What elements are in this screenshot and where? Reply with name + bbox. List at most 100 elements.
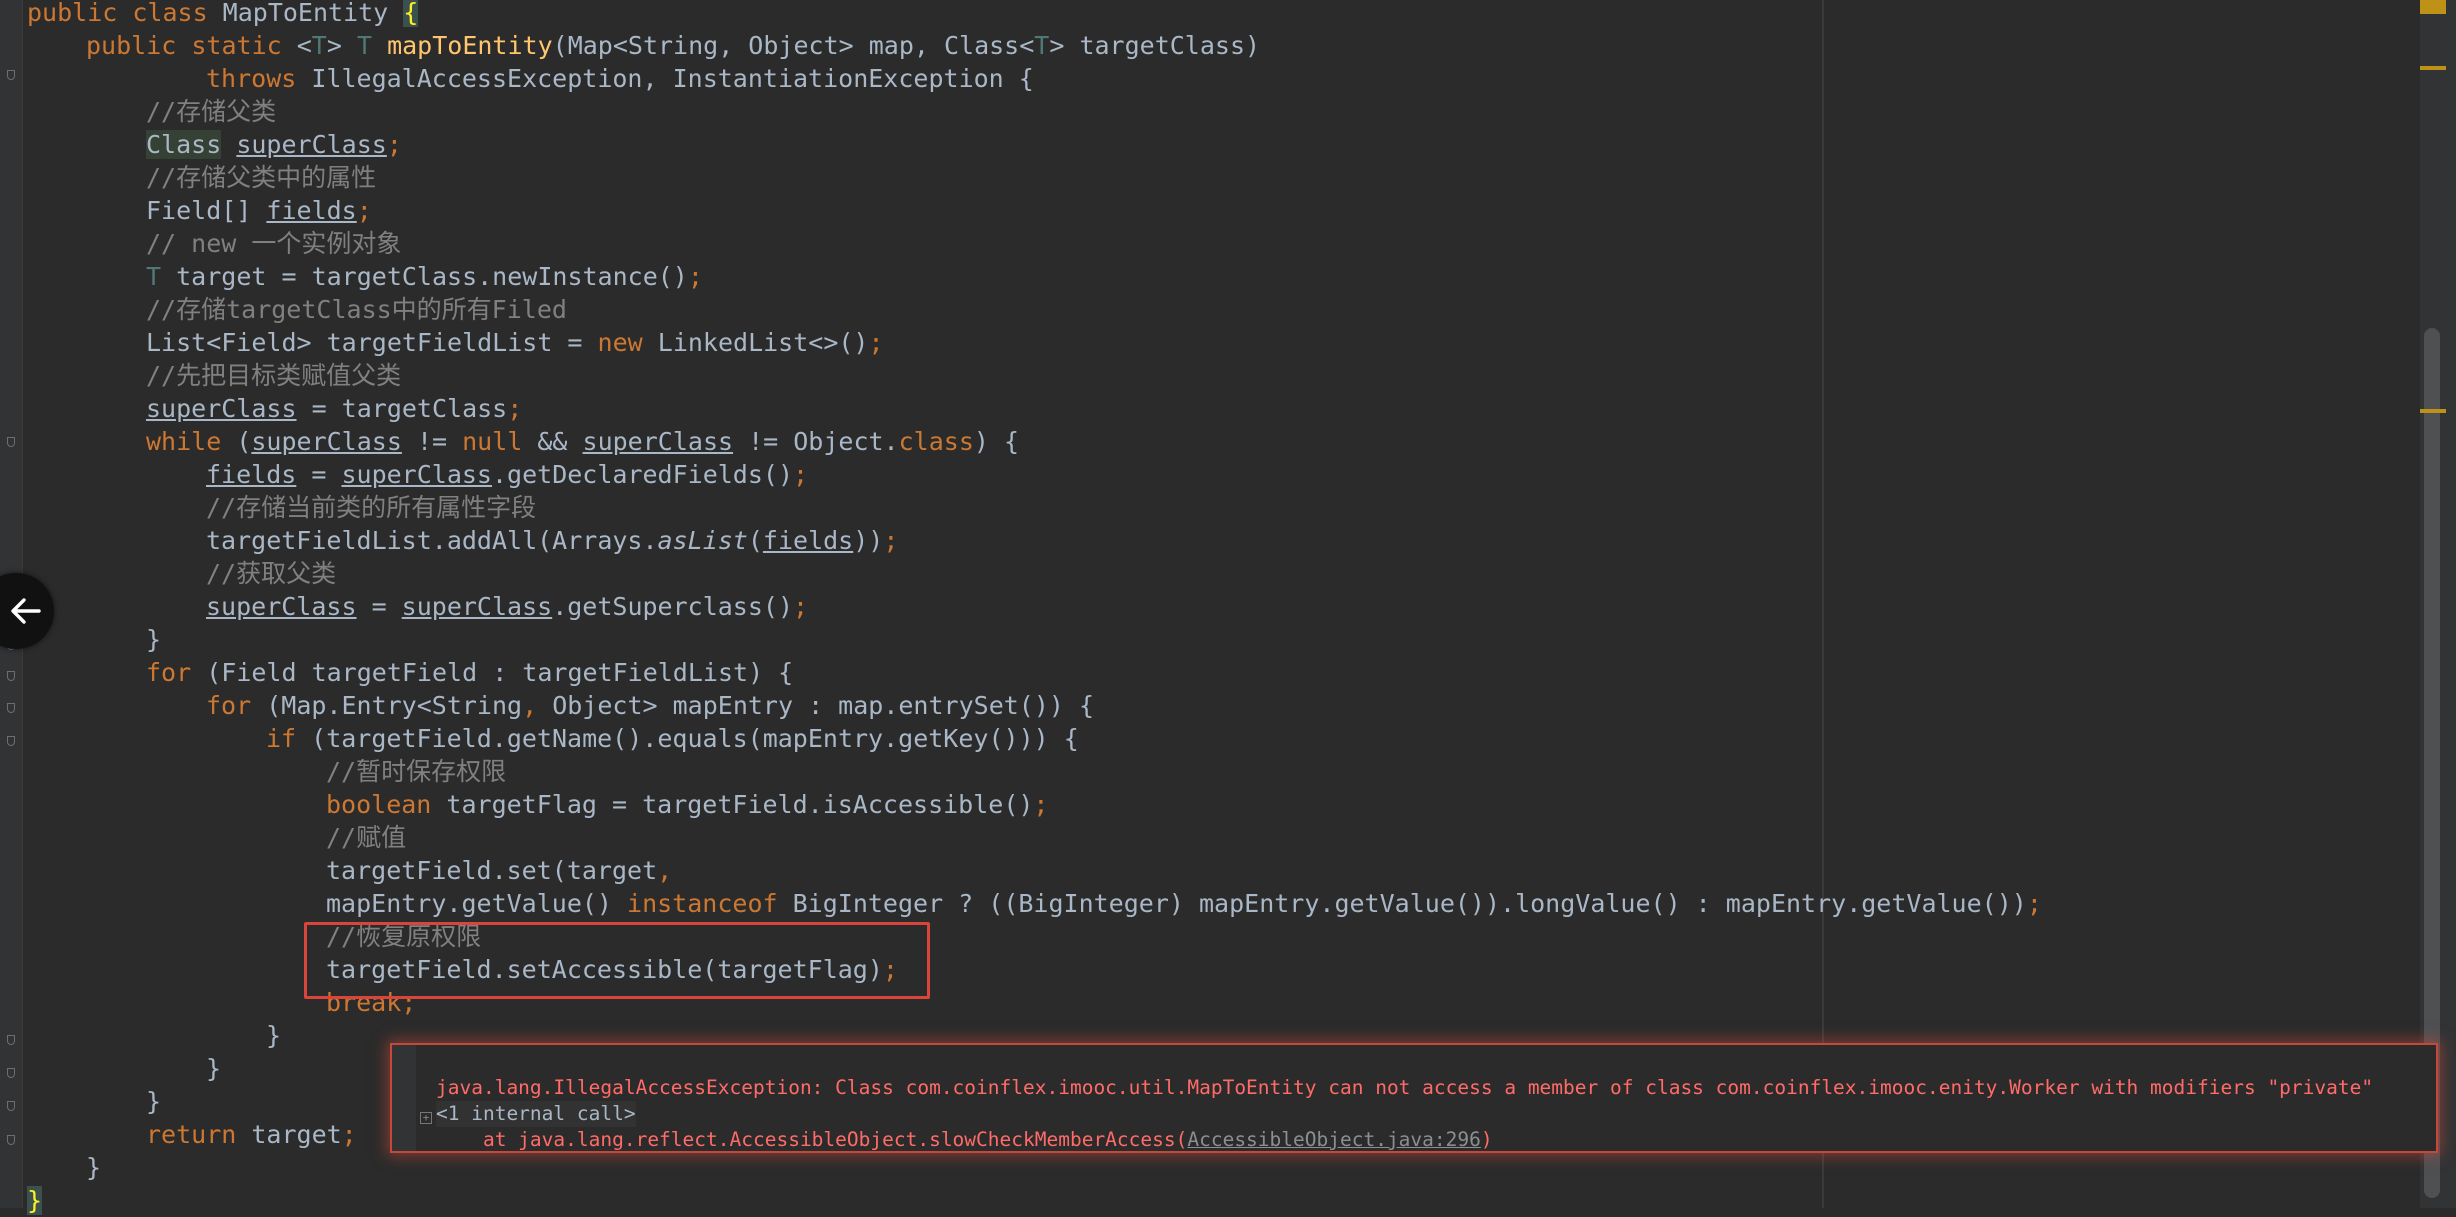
code-line-7[interactable]: // new 一个实例对象 [146,227,401,260]
code-line-31[interactable]: } [266,1019,281,1052]
code-text: targetField.set(target [326,856,658,885]
code-line-2[interactable]: throws IllegalAccessException, Instantia… [206,62,1034,95]
code-text: Class [146,130,222,159]
warning-marker[interactable] [2420,409,2446,413]
keyword: return [146,1120,252,1149]
code-line-17[interactable]: //获取父类 [206,557,336,590]
code-text: targetFieldList.addAll(Arrays. [206,526,658,555]
code-line-0[interactable]: public class MapToEntity { [27,0,419,29]
code-line-1[interactable]: public static <T> T mapToEntity(Map<Stri… [86,29,1260,62]
punct: )) [853,526,884,555]
plus-square-icon[interactable]: + [420,1112,432,1124]
fold-marker[interactable] [7,1135,15,1145]
code-line-12[interactable]: superClass = targetClass; [146,392,522,425]
fold-marker[interactable] [7,736,15,746]
code-line-9[interactable]: //存储targetClass中的所有Filed [146,293,567,326]
code-line-34[interactable]: return target; [146,1118,357,1151]
matched-brace: { [403,0,419,27]
static-method: asList [657,526,748,555]
code-line-11[interactable]: //先把目标类赋值父类 [146,359,401,392]
keyword: instanceof [627,889,793,918]
highlight-box [304,922,930,999]
operator: && [537,427,583,456]
keyword: new [597,328,658,357]
code-line-3[interactable]: //存储父类 [146,95,276,128]
warning-marker[interactable] [2420,0,2446,14]
operator: != Object. [733,427,899,456]
keyword: boolean [326,790,447,819]
fold-marker[interactable] [7,1101,15,1111]
code-line-26[interactable]: targetField.set(target, [326,854,672,887]
type-param: T [311,31,327,60]
code-line-18[interactable]: superClass = superClass.getSuperclass(); [206,590,808,623]
keyword: null [462,427,538,456]
code-line-8[interactable]: T target = targetClass.newInstance(); [146,260,703,293]
variable: superClass [251,427,402,456]
keyword: throws [206,64,312,93]
code-line-5[interactable]: //存储父类中的属性 [146,161,376,194]
keyword: if [266,724,312,753]
fold-marker[interactable] [7,1035,15,1045]
punct: ) { [973,427,1020,456]
comma: , [657,856,673,885]
code-text: targetFlag = targetField.isAccessible() [446,790,1034,819]
code-text: LinkedList<>() [657,328,869,357]
back-button[interactable] [0,573,54,649]
variable: superClass [401,592,553,621]
code-line-10[interactable]: List<Field> targetFieldList = new Linked… [146,326,884,359]
variable: superClass [582,427,734,456]
code-line-35[interactable]: } [86,1151,101,1184]
code-line-27[interactable]: mapEntry.getValue() instanceof BigIntege… [326,887,2042,920]
code-line-14[interactable]: fields = superClass.getDeclaredFields(); [206,458,808,491]
code-line-25[interactable]: //赋值 [326,821,406,854]
code-text: .getSuperclass() [552,592,794,621]
code-text: (Map<String, Object> map, Class< [552,31,1035,60]
stack-frame: at java.lang.reflect.AccessibleObject.sl… [436,1127,1493,1153]
fold-marker[interactable] [7,1068,15,1078]
variable: superClass [341,460,492,489]
semicolon: ; [356,196,372,225]
code-line-16[interactable]: targetFieldList.addAll(Arrays.asList(fie… [206,524,898,557]
code-text: (targetField.getName().equals(mapEntry.g… [311,724,1079,753]
semicolon: ; [507,394,523,423]
code-line-33[interactable]: } [146,1085,161,1118]
code-line-24[interactable]: boolean targetFlag = targetField.isAcces… [326,788,1048,821]
arrow-left-icon [11,598,41,624]
code-line-15[interactable]: //存储当前类的所有属性字段 [206,491,536,524]
code-line-19[interactable]: } [146,623,161,656]
keyword: for [146,658,207,687]
code-line-4[interactable]: Class superClass; [146,128,402,161]
code-editor[interactable]: public class MapToEntity { public static… [0,0,2456,1215]
code-text: Field[] [146,196,267,225]
semicolon: ; [868,328,884,357]
fold-marker[interactable] [7,437,15,447]
warning-marker[interactable] [2420,66,2446,70]
code-text: > targetClass) [1049,31,1261,60]
source-link[interactable]: AccessibleObject.java:296 [1187,1128,1481,1151]
code-line-32[interactable]: } [206,1052,221,1085]
exception-popup[interactable]: java.lang.IllegalAccessException: Class … [390,1043,2438,1153]
operator: = [296,460,342,489]
code-line-22[interactable]: if (targetField.getName().equals(mapEntr… [266,722,1079,755]
semicolon: ; [883,526,899,555]
code-text: (Map.Entry<String [266,691,523,720]
code-line-20[interactable]: for (Field targetField : targetFieldList… [146,656,793,689]
variable: fields [206,460,297,489]
code-text: List<Field> targetFieldList = [146,328,598,357]
code-line-13[interactable]: while (superClass != null && superClass … [146,425,1019,458]
fold-marker[interactable] [7,70,15,80]
fold-marker[interactable] [7,703,15,713]
variable: superClass [206,592,357,621]
internal-call-folded[interactable]: <1 internal call> [436,1101,636,1127]
type-param: T [146,262,177,291]
code-line-6[interactable]: Field[] fields; [146,194,372,227]
code-line-21[interactable]: for (Map.Entry<String, Object> mapEntry … [206,689,1094,722]
code-text: = targetClass [296,394,508,423]
semicolon: ; [793,460,809,489]
variable: fields [266,196,357,225]
code-line-36[interactable]: } [27,1184,43,1217]
fold-marker[interactable] [7,671,15,681]
right-margin-guide [1822,0,1824,1208]
code-line-23[interactable]: //暂时保存权限 [326,755,506,788]
